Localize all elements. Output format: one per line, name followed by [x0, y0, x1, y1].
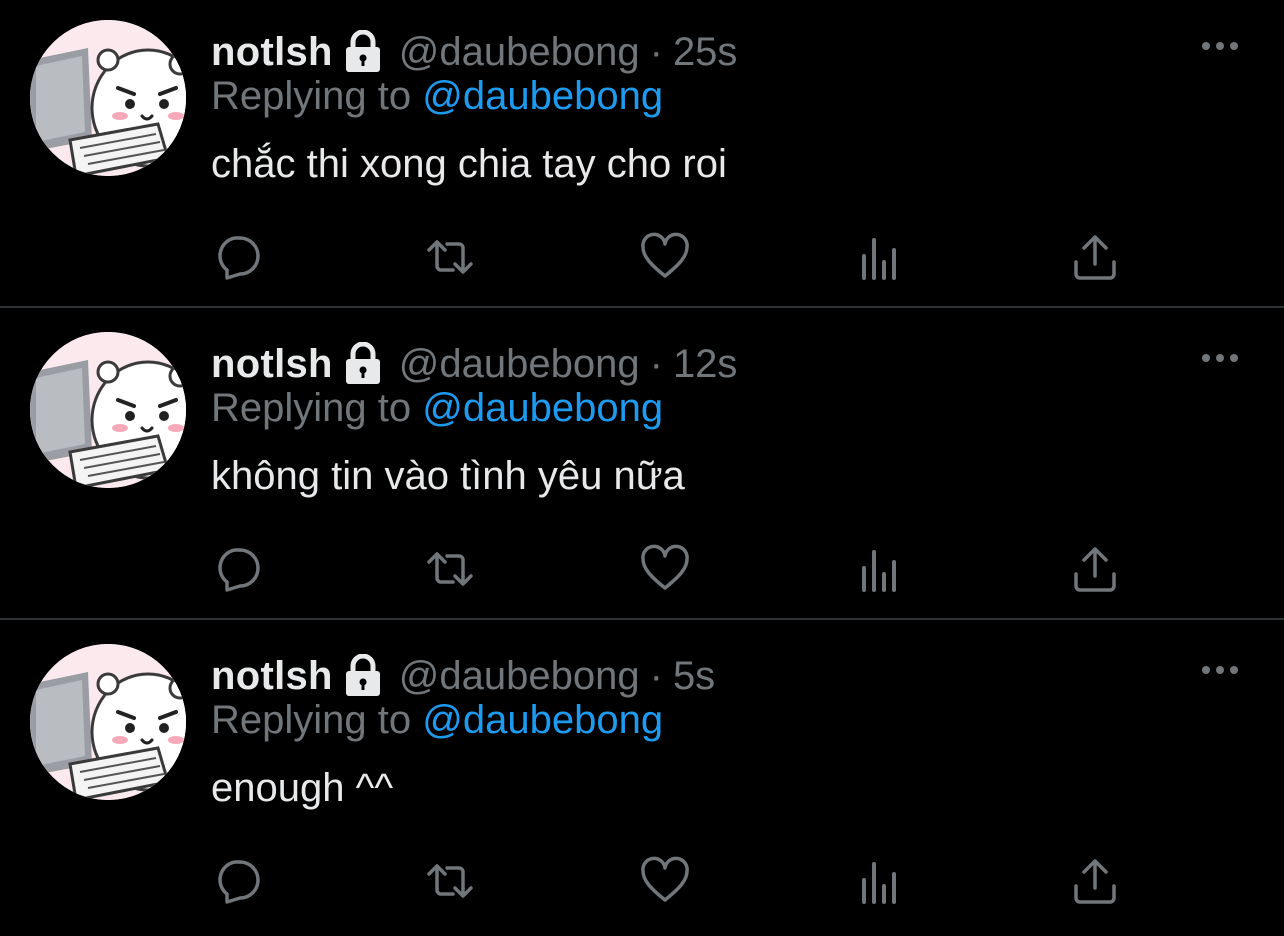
more-icon[interactable]: [1200, 660, 1240, 680]
replying-mention[interactable]: @daubebong: [422, 74, 663, 118]
display-name[interactable]: notlsh: [211, 654, 333, 699]
like-icon[interactable]: [640, 544, 690, 594]
lock-icon: [343, 341, 383, 386]
lock-icon: [343, 653, 383, 698]
timestamp[interactable]: 5s: [673, 654, 715, 699]
divider: [0, 306, 1284, 308]
reply-icon[interactable]: [213, 232, 263, 282]
tweet-text: enough ^^: [211, 766, 394, 810]
views-icon[interactable]: [856, 544, 906, 594]
avatar[interactable]: [30, 20, 186, 176]
tweet-text: không tin vào tình yêu nữa: [211, 454, 685, 498]
action-bar: [0, 856, 1284, 908]
share-icon[interactable]: [1070, 544, 1120, 594]
views-icon[interactable]: [856, 856, 906, 906]
handle[interactable]: @daubebong: [399, 342, 640, 387]
tweet-header: notlsh @daubebong · 25s: [211, 26, 737, 78]
share-icon[interactable]: [1070, 232, 1120, 282]
replying-mention[interactable]: @daubebong: [422, 698, 663, 742]
avatar[interactable]: [30, 332, 186, 488]
tweet[interactable]: notlsh @daubebong · 5s Replying to @daub…: [0, 624, 1284, 936]
avatar[interactable]: [30, 644, 186, 800]
handle[interactable]: @daubebong: [399, 30, 640, 75]
display-name[interactable]: notlsh: [211, 30, 333, 75]
lock-icon: [343, 29, 383, 74]
retweet-icon[interactable]: [425, 544, 475, 594]
action-bar: [0, 544, 1284, 596]
replying-to: Replying to @daubebong: [211, 386, 663, 431]
tweet-header: notlsh @daubebong · 5s: [211, 650, 715, 702]
replying-prefix: Replying to: [211, 74, 412, 118]
timestamp[interactable]: 12s: [673, 342, 738, 387]
handle[interactable]: @daubebong: [399, 654, 640, 699]
display-name[interactable]: notlsh: [211, 342, 333, 387]
more-icon[interactable]: [1200, 36, 1240, 56]
separator: ·: [649, 29, 663, 74]
like-icon[interactable]: [640, 232, 690, 282]
views-icon[interactable]: [856, 232, 906, 282]
divider: [0, 618, 1284, 620]
retweet-icon[interactable]: [425, 232, 475, 282]
tweet-text: chắc thi xong chia tay cho roi: [211, 142, 727, 186]
tweet-header: notlsh @daubebong · 12s: [211, 338, 737, 390]
separator: ·: [649, 341, 663, 386]
more-icon[interactable]: [1200, 348, 1240, 368]
like-icon[interactable]: [640, 856, 690, 906]
replying-to: Replying to @daubebong: [211, 74, 663, 119]
replying-prefix: Replying to: [211, 386, 412, 430]
tweet[interactable]: notlsh @daubebong · 25s Replying to @dau…: [0, 0, 1284, 312]
timestamp[interactable]: 25s: [673, 30, 738, 75]
replying-to: Replying to @daubebong: [211, 698, 663, 743]
replying-mention[interactable]: @daubebong: [422, 386, 663, 430]
reply-icon[interactable]: [213, 856, 263, 906]
separator: ·: [649, 653, 663, 698]
reply-icon[interactable]: [213, 544, 263, 594]
share-icon[interactable]: [1070, 856, 1120, 906]
tweet[interactable]: notlsh @daubebong · 12s Replying to @dau…: [0, 312, 1284, 624]
retweet-icon[interactable]: [425, 856, 475, 906]
replying-prefix: Replying to: [211, 698, 412, 742]
action-bar: [0, 232, 1284, 284]
